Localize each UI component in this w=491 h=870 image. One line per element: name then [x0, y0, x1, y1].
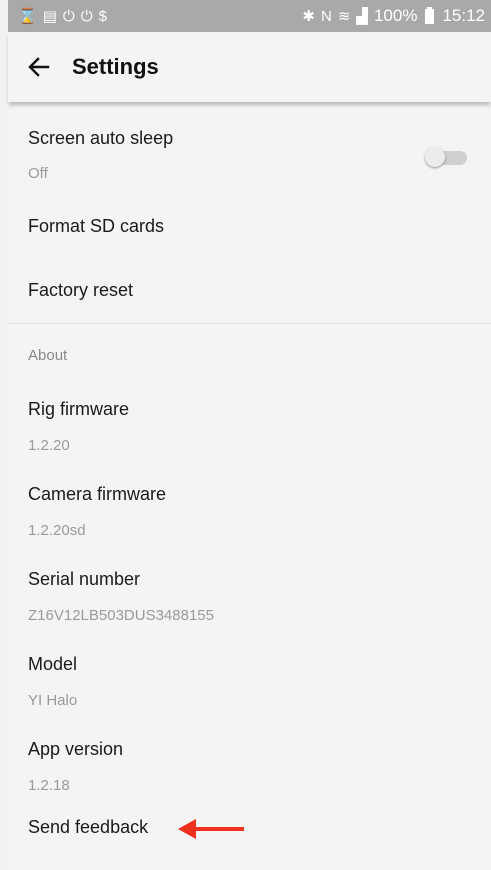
info-value: YI Halo	[28, 692, 78, 709]
about-serial-number[interactable]: Serial number Z16V12LB503DUS3488155	[8, 552, 491, 637]
toggle-thumb	[425, 147, 445, 167]
setting-label: Screen auto sleep	[28, 128, 174, 148]
section-header-about: About	[8, 324, 491, 382]
info-value: 1.2.20sd	[28, 522, 86, 539]
setting-label: Format SD cards	[28, 216, 165, 236]
about-camera-firmware[interactable]: Camera firmware 1.2.20sd	[8, 467, 491, 552]
setting-format-sd[interactable]: Format SD cards	[8, 195, 491, 259]
wifi-icon: ≋	[337, 7, 351, 25]
send-feedback-label: Send feedback	[28, 817, 149, 837]
about-model[interactable]: Model YI Halo	[8, 637, 491, 722]
about-app-version[interactable]: App version 1.2.18	[8, 722, 491, 807]
status-bar: ⌛ ▤ ⏻ ⏻ $ ✱ N ≋ ▟ 100% 15:12	[8, 0, 491, 32]
page-title: Settings	[72, 54, 159, 79]
info-value: 1.2.18	[28, 777, 70, 794]
bag-icon: ⏻	[80, 7, 93, 25]
app-bar: Settings	[8, 32, 491, 102]
cast-icon: ▤	[42, 7, 57, 25]
info-label: App version	[28, 739, 124, 759]
info-label: Model	[28, 654, 78, 674]
back-arrow-icon[interactable]	[28, 56, 50, 78]
nfc-icon: N	[321, 7, 332, 25]
app-frame: ⌛ ▤ ⏻ ⏻ $ ✱ N ≋ ▟ 100% 15:12 Settings Sc…	[8, 0, 491, 870]
info-label: Rig firmware	[28, 399, 130, 419]
hourglass-icon: ⌛	[18, 7, 37, 25]
status-right: ✱ N ≋ ▟ 100% 15:12	[302, 6, 485, 26]
setting-factory-reset[interactable]: Factory reset	[8, 259, 491, 323]
auto-sleep-toggle[interactable]	[425, 147, 469, 167]
info-value: Z16V12LB503DUS3488155	[28, 607, 214, 624]
bluetooth-icon: ✱	[302, 7, 315, 25]
about-rig-firmware[interactable]: Rig firmware 1.2.20	[8, 382, 491, 467]
section-header-label: About	[28, 347, 68, 364]
bag-icon: ⏻	[62, 7, 75, 25]
battery-icon	[425, 6, 435, 24]
clock: 15:12	[442, 6, 485, 25]
info-label: Camera firmware	[28, 484, 167, 504]
annotation-arrow-icon	[178, 819, 244, 839]
info-value: 1.2.20	[28, 437, 70, 454]
info-label: Serial number	[28, 569, 141, 589]
send-feedback-item[interactable]: Send feedback	[8, 807, 491, 867]
s-logo-icon: $	[98, 7, 107, 25]
battery-percent: 100%	[373, 6, 418, 25]
status-left: ⌛ ▤ ⏻ ⏻ $	[18, 9, 107, 24]
setting-label: Factory reset	[28, 280, 134, 300]
settings-list: Screen auto sleep Off Format SD cards Fa…	[8, 102, 491, 867]
setting-screen-auto-sleep[interactable]: Screen auto sleep Off	[8, 102, 491, 195]
setting-value: Off	[28, 165, 48, 182]
signal-icon: ▟	[356, 7, 368, 25]
